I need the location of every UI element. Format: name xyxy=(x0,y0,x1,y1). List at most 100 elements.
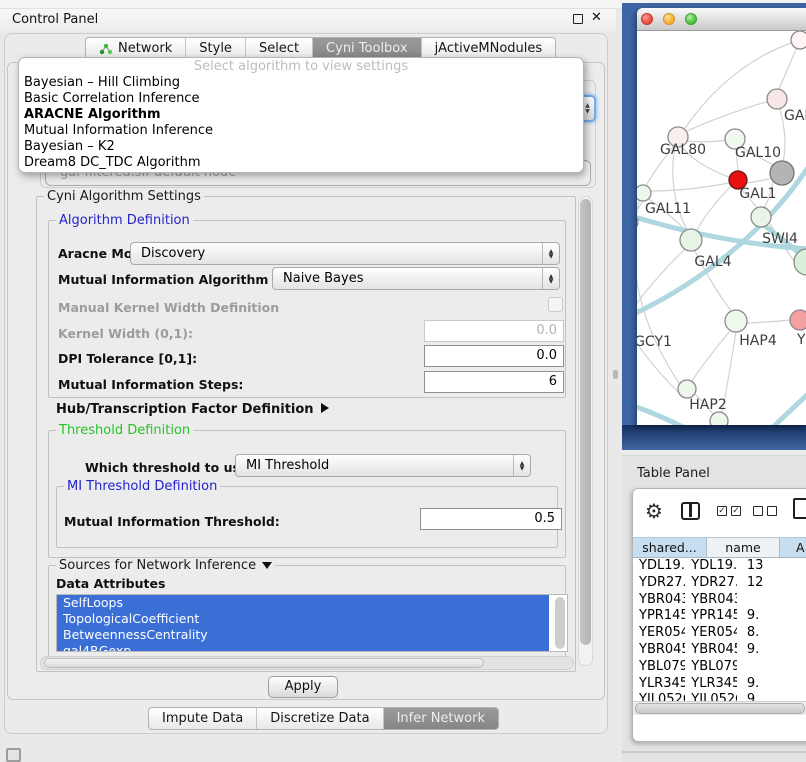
network-edge[interactable] xyxy=(692,331,730,381)
scrollbar-thumb[interactable] xyxy=(44,658,484,668)
network-canvas[interactable]: GALGAL80GAL10GAL1GAL11SWI4GAL4GCY1HAP4YH… xyxy=(637,31,806,425)
data-attributes-list[interactable]: SelfLoopsTopologicalCoefficientBetweenne… xyxy=(56,594,568,652)
settings-horizontal-scrollbar[interactable] xyxy=(40,656,574,670)
network-node-Y[interactable] xyxy=(790,310,806,330)
settings-vertical-scrollbar[interactable] xyxy=(578,196,593,666)
attribute-list-item[interactable]: TopologicalCoefficient xyxy=(57,611,549,627)
scrollbar-thumb[interactable] xyxy=(635,703,805,714)
table-row[interactable]: YPR145WYPR145W9. xyxy=(633,608,806,625)
algorithm-option[interactable]: Dream8 DC_TDC Algorithm xyxy=(19,155,583,171)
table-row[interactable]: YIL052CYIL052C9 xyxy=(633,692,806,701)
algorithm-option[interactable]: Bayesian – Hill Climbing xyxy=(19,75,583,91)
column-header[interactable]: A xyxy=(780,538,806,557)
network-edge[interactable] xyxy=(637,403,683,425)
network-node-SWI4[interactable] xyxy=(751,207,771,227)
table-row[interactable]: YDR27...YDR27...12 xyxy=(633,575,806,592)
combo-spinner-icon[interactable]: ▲▼ xyxy=(542,243,559,264)
float-window-icon[interactable] xyxy=(573,14,583,24)
scrollbar-thumb[interactable] xyxy=(580,199,591,645)
network-edge[interactable] xyxy=(685,40,800,128)
network-node-node-bottom[interactable] xyxy=(710,412,728,425)
table-row[interactable]: YER054CYER054C8. xyxy=(633,625,806,642)
attribute-list-item[interactable]: gal4RGexp xyxy=(57,643,549,652)
algorithm-option[interactable]: Bayesian – K2 xyxy=(19,139,583,155)
column-header[interactable]: shared... xyxy=(633,538,707,557)
network-node-HAP4[interactable] xyxy=(725,310,747,332)
table-row[interactable]: YLR345WYLR345W9. xyxy=(633,676,806,693)
network-edge[interactable] xyxy=(697,186,731,230)
table-row[interactable]: YBR043CYBR043C xyxy=(633,592,806,609)
mi-steps-input[interactable]: 6 xyxy=(424,371,564,393)
network-node-node-gray[interactable] xyxy=(770,161,794,185)
node-label-GAL10: GAL10 xyxy=(735,145,781,161)
network-node-HAP2[interactable] xyxy=(678,380,696,398)
network-edge[interactable] xyxy=(687,99,777,131)
tab-select[interactable]: Select xyxy=(246,38,313,59)
algorithm-option[interactable]: ARACNE Algorithm xyxy=(19,107,583,123)
aracne-mode-combo[interactable]: Discovery ▲▼ xyxy=(130,242,560,265)
table-cell: YPR145W xyxy=(685,608,737,625)
select-all-checkbox-icon[interactable]: ✓ xyxy=(731,506,741,516)
algorithm-option[interactable]: Basic Correlation Inference xyxy=(19,91,583,107)
network-node-GAL4[interactable] xyxy=(680,229,702,251)
select-all-checkbox-icon[interactable]: ✓ xyxy=(717,506,727,516)
manual-kernel-checkbox[interactable] xyxy=(548,297,563,312)
network-graph[interactable]: GALGAL80GAL10GAL1GAL11SWI4GAL4GCY1HAP4YH… xyxy=(637,31,806,425)
data-attributes-label: Data Attributes xyxy=(56,576,165,591)
pane-divider-handle[interactable] xyxy=(613,370,618,379)
table-row[interactable]: YBR045CYBR045C9. xyxy=(633,642,806,659)
network-node-GAL11[interactable] xyxy=(637,185,651,201)
tab-jactivemnodules[interactable]: jActiveMNodules xyxy=(422,38,556,59)
mi-threshold-input[interactable]: 0.5 xyxy=(420,508,562,530)
gear-icon[interactable]: ⚙ xyxy=(645,499,663,523)
network-edge[interactable] xyxy=(747,320,790,323)
algorithm-option[interactable]: Mutual Information Inference xyxy=(19,123,583,139)
network-edge[interactable] xyxy=(773,393,806,425)
tab-style[interactable]: Style xyxy=(186,38,246,59)
mi-threshold-group-title: MI Threshold Definition xyxy=(64,479,220,494)
network-view-window[interactable]: GALGAL80GAL10GAL1GAL11SWI4GAL4GCY1HAP4YH… xyxy=(637,8,806,425)
tab-cyni-toolbox[interactable]: Cyni Toolbox xyxy=(313,38,422,59)
dpi-tolerance-input[interactable]: 0.0 xyxy=(424,345,564,367)
close-icon[interactable]: ✕ xyxy=(591,10,602,25)
which-threshold-combo[interactable]: MI Threshold ▲▼ xyxy=(235,454,531,477)
hub-definition-expander[interactable]: Hub/Transcription Factor Definition xyxy=(56,402,329,417)
network-edge[interactable] xyxy=(637,250,684,314)
tab-network[interactable]: Network xyxy=(86,38,186,59)
deselect-checkbox-icon[interactable] xyxy=(753,506,763,516)
minimized-panel-icon[interactable] xyxy=(6,748,21,762)
attribute-list-item[interactable]: SelfLoops xyxy=(57,595,549,611)
sources-group-title[interactable]: Sources for Network Inference xyxy=(56,558,275,573)
mi-steps-label: Mutual Information Steps: xyxy=(58,377,243,392)
tab-discretize-data[interactable]: Discretize Data xyxy=(257,708,383,729)
table-panel-title: Table Panel xyxy=(637,466,710,481)
list-vertical-scrollbar[interactable] xyxy=(555,597,565,649)
combo-spinner-icon[interactable]: ▲▼ xyxy=(513,455,530,476)
tab-infer-network[interactable]: Infer Network xyxy=(384,708,498,729)
combo-spinner-icon[interactable]: ▲▼ xyxy=(542,268,559,289)
kernel-width-input[interactable]: 0.0 xyxy=(424,320,564,342)
network-node-GAL[interactable] xyxy=(767,89,787,109)
table-horizontal-scrollbar[interactable] xyxy=(633,701,806,715)
attribute-list-item[interactable]: BetweennessCentrality xyxy=(57,627,549,643)
network-edge[interactable] xyxy=(673,146,687,230)
table-row[interactable]: YBL079WYBL079W xyxy=(633,659,806,676)
network-edge[interactable] xyxy=(651,183,729,191)
column-header[interactable]: name xyxy=(707,538,780,557)
tab-impute-data[interactable]: Impute Data xyxy=(149,708,257,729)
network-window-titlebar[interactable] xyxy=(637,8,806,31)
minimize-traffic-light-icon[interactable] xyxy=(663,13,675,25)
node-label-GAL1: GAL1 xyxy=(739,186,776,202)
deselect-checkbox-icon[interactable] xyxy=(767,506,777,516)
table-panel-divider[interactable] xyxy=(622,450,806,456)
node-label-GAL11: GAL11 xyxy=(645,201,691,217)
close-traffic-light-icon[interactable] xyxy=(641,13,653,25)
column-layout-icon[interactable] xyxy=(681,502,700,520)
apply-button[interactable]: Apply xyxy=(268,676,338,698)
zoom-traffic-light-icon[interactable] xyxy=(685,13,697,25)
table-row[interactable]: YDL19...YDL19...13 xyxy=(633,558,806,575)
network-node-node-top[interactable] xyxy=(791,31,806,49)
document-icon[interactable] xyxy=(793,498,806,519)
mi-type-combo[interactable]: Naive Bayes ▲▼ xyxy=(272,267,560,290)
network-edge[interactable] xyxy=(746,178,772,183)
